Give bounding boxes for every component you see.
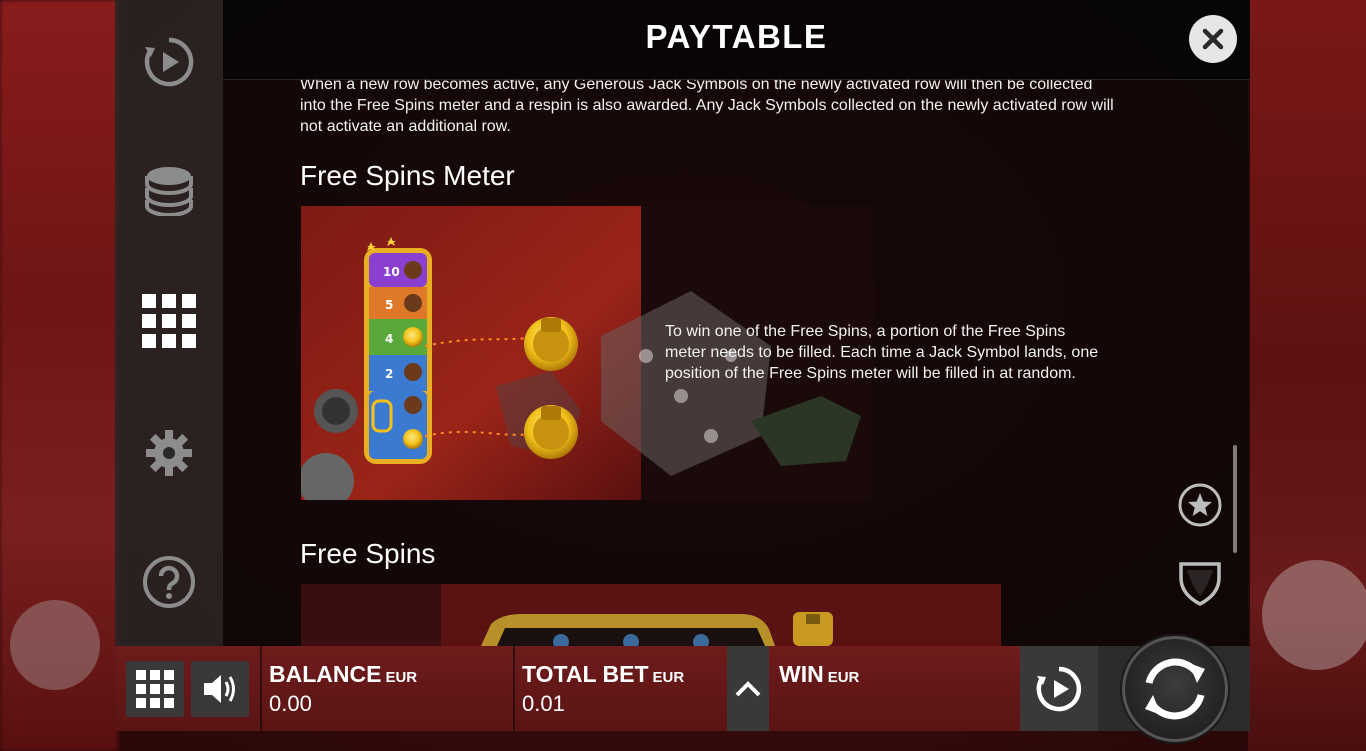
chevron-up-icon	[735, 680, 761, 696]
spin-icon	[1145, 658, 1205, 720]
sound-button[interactable]	[191, 661, 249, 717]
speaker-icon	[204, 675, 235, 703]
help-icon	[143, 556, 195, 608]
free-spins-illustration	[301, 584, 1001, 646]
free-spins-title: Free Spins	[300, 538, 436, 569]
free-spins-meter-title: Free Spins Meter	[300, 160, 515, 191]
divider	[260, 646, 262, 731]
left-nav-bar	[115, 0, 223, 646]
replay-icon	[144, 37, 194, 87]
paytable-header: PAYTABLE	[223, 0, 1250, 80]
bet-options-button[interactable]	[727, 646, 769, 731]
coins-icon	[145, 167, 193, 216]
meter-value-10: 10	[383, 265, 400, 279]
balance-currency: EUR	[385, 669, 418, 686]
meter-value-2: 2	[385, 367, 393, 381]
gear-icon	[146, 430, 192, 476]
shield-icon	[1179, 562, 1221, 606]
bet-settings-button[interactable]	[141, 162, 197, 218]
meter-value-5: 5	[385, 298, 393, 312]
close-button[interactable]	[1189, 15, 1237, 63]
paytable-grid-icon	[142, 294, 196, 348]
background-chip	[1262, 560, 1366, 670]
win-currency: EUR	[827, 669, 860, 686]
paytable-button[interactable]	[141, 293, 197, 349]
total-bet-label: TOTAL BET EUR	[522, 661, 684, 688]
paytable-panel: When a new row becomes active, any Gener…	[223, 0, 1250, 646]
scrollbar[interactable]	[1233, 445, 1237, 553]
responsible-gaming-button[interactable]	[1177, 560, 1223, 606]
paytable-scroll-content[interactable]: When a new row becomes active, any Gener…	[223, 0, 1250, 646]
divider	[513, 646, 515, 731]
autoplay-button[interactable]	[1020, 646, 1098, 731]
replay-button[interactable]	[141, 34, 197, 90]
free-spins-meter-description: To win one of the Free Spins, a portion …	[665, 323, 1099, 382]
help-button[interactable]	[141, 554, 197, 610]
favorite-button[interactable]	[1177, 482, 1223, 528]
total-bet-label-text: TOTAL BET	[522, 661, 649, 687]
background-chip	[10, 600, 100, 690]
balance-value: 0.00	[269, 691, 312, 716]
win-label-text: WIN	[779, 661, 824, 687]
balance-label: BALANCE EUR	[269, 661, 417, 688]
star-icon	[1178, 483, 1222, 527]
intro-paragraph: When a new row becomes active, any Gener…	[300, 76, 1114, 135]
spin-button[interactable]	[1122, 636, 1228, 742]
total-bet-currency: EUR	[652, 669, 685, 686]
settings-button[interactable]	[141, 425, 197, 481]
menu-button[interactable]	[126, 661, 184, 717]
autoplay-icon	[1036, 666, 1082, 711]
close-icon	[1202, 28, 1224, 50]
bottom-bar: BALANCE EUR 0.00 TOTAL BET EUR 0.01 WIN EUR	[115, 646, 1250, 731]
menu-grid-icon	[136, 670, 174, 708]
meter-value-4: 4	[385, 332, 393, 346]
win-label: WIN EUR	[779, 661, 859, 688]
total-bet-value: 0.01	[522, 691, 565, 716]
page-title: PAYTABLE	[645, 18, 828, 55]
balance-label-text: BALANCE	[269, 661, 382, 687]
